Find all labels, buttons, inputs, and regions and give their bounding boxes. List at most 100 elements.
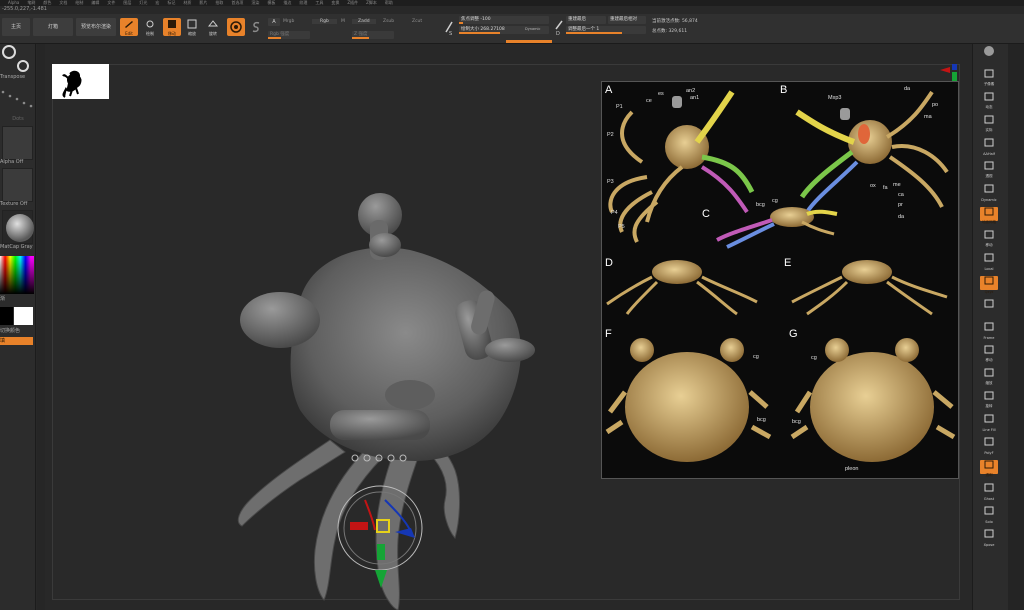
view-button-0[interactable] [980,46,998,60]
move-button[interactable]: 移动 [163,18,181,36]
restore-relative-label: 重建最后相对 [610,17,637,22]
switch-color-label[interactable]: 切换颜色 [0,327,36,334]
restore-button[interactable]: 重建最后 [566,16,606,24]
zsub-button[interactable]: Zsub [383,19,394,24]
view-button-13[interactable]: 移动 [980,345,998,362]
dynamic-floor-icon [984,184,994,193]
view-button-19[interactable]: Ghost [980,483,998,501]
material-button[interactable] [248,18,264,36]
menu-item[interactable]: Alpha [8,0,19,5]
menu-item[interactable]: 颜色 [43,0,51,5]
view-button-6[interactable]: Dynamic [980,184,998,202]
menu-item[interactable]: 绘制 [75,0,83,5]
panel-c-art [716,207,838,249]
edit-button[interactable]: Edit [120,18,138,36]
primary-color-swatch[interactable] [14,307,33,325]
menu-item[interactable]: 帮助 [385,0,393,5]
focal-shift-slider[interactable]: 焦点调整 -100 [459,16,549,24]
move2-icon [984,345,994,354]
view-button-12[interactable]: Frame [980,322,998,340]
view-button-4[interactable]: AAHalf [980,138,998,156]
panel-label-c: C [702,208,710,220]
navigator-thumbnail[interactable] [52,64,109,99]
alpha-thumbnail[interactable] [2,126,33,160]
menu-item[interactable]: 图层 [123,0,131,5]
zcut-button[interactable]: Zcut [412,19,422,24]
color-picker[interactable] [0,256,34,294]
menu-item[interactable]: 模板 [267,0,275,5]
z-intensity-slider[interactable]: Z 强度 [352,31,394,39]
menu-item[interactable]: 文档 [59,0,67,5]
view-button-2[interactable]: 动态 [980,92,998,109]
menu-item[interactable]: 影片 [199,0,207,5]
menu-item[interactable]: 纹理 [299,0,307,5]
menu-item[interactable]: 渲染 [251,0,259,5]
m-button[interactable]: M [341,19,345,24]
view-button-17[interactable]: PolyF [980,437,998,455]
coordinates-readout: -255.0,227,-1.481 [2,6,47,12]
menu-item[interactable]: 变换 [331,0,339,5]
view-button-7[interactable]: 地面网格 [980,207,998,224]
menu-item[interactable]: 笔刷 [27,0,35,5]
menu-item[interactable]: 宏 [155,0,159,5]
annotation-c-bcg: bcg [756,202,765,208]
matcap-thumbnail[interactable] [2,210,34,244]
rotate-label: 旋转 [209,31,217,36]
rgb-button[interactable]: Rgb [312,19,337,24]
axis-indicator-icon[interactable] [938,62,958,82]
zadd-button[interactable]: Zadd [352,19,376,24]
polyf-icon [984,437,994,446]
view-button-14[interactable]: 缩放 [980,368,998,385]
menu-item[interactable]: 拾取 [215,0,223,5]
fill-button[interactable]: 填 [0,337,33,345]
lightbox-tab[interactable]: 灯箱 [33,18,73,36]
scale-button[interactable]: 缩放 [184,18,200,36]
menu-item[interactable]: 首选项 [231,0,243,5]
annotation-b-mxp3: Mxp3 [828,95,842,101]
view-button-label: 透视 [985,174,993,178]
menu-item[interactable]: Z脚本 [366,0,377,5]
menu-item[interactable]: 文件 [107,0,115,5]
dynamic-button[interactable]: Dynamic [525,27,540,31]
transpose-brush-icon[interactable] [1,44,31,74]
gizmo-icon [230,21,242,33]
adjust-last-slider[interactable]: 调整最后一个 1 [566,26,646,34]
menu-item[interactable]: 灯光 [139,0,147,5]
menu-item[interactable]: 标记 [167,0,175,5]
view-button-3[interactable]: 实际 [980,115,998,132]
view-button-11[interactable] [980,299,998,313]
dots-stroke-icon[interactable] [0,86,34,116]
view-button-21[interactable]: Xpose [980,529,998,547]
view-button-1[interactable]: 子像素 [980,69,998,86]
view-button-10[interactable]: Qxyz [980,276,998,294]
preview-render-button[interactable]: 预览布尔渲染 [76,18,116,36]
menu-item[interactable]: 编辑 [91,0,99,5]
rotate-button[interactable]: 旋转 [205,18,221,36]
texture-thumbnail[interactable] [2,168,33,202]
draw-button[interactable]: 绘制 [142,18,158,36]
view-button-9[interactable]: Local [980,253,998,271]
menu-item[interactable]: Z插件 [347,0,358,5]
panel-e-art [791,260,948,316]
reference-image[interactable]: A B C D E F G es an2 an1 ce P1 P2 P3 P4 … [601,81,959,479]
view-button-18[interactable]: 透明 [980,460,998,477]
view-button-label: 旋转 [985,404,993,408]
view-button-16[interactable]: Line Fill [980,414,998,432]
gizmo-toggle-button[interactable] [227,18,245,36]
menu-item[interactable]: 材质 [183,0,191,5]
view-button-15[interactable]: 旋转 [980,391,998,408]
view-button-8[interactable]: 移动 [980,230,998,247]
view-button-20[interactable]: Solo [980,506,998,524]
restore-relative-button[interactable]: 重建最后相对 [608,16,646,24]
menu-item[interactable]: 描边 [283,0,291,5]
transpose-gizmo[interactable] [325,440,435,600]
alpha-label: Alpha Off [0,159,24,165]
a-mode-button[interactable]: A [268,18,280,26]
view-button-5[interactable]: 透视 [980,161,998,178]
annotation-a-es: es [658,91,664,97]
mrgb-label[interactable]: Mrgb [283,19,294,24]
rgb-intensity-slider[interactable]: Rgb 强度 [268,31,310,39]
menu-item[interactable]: 工具 [315,0,323,5]
home-tab[interactable]: 主页 [2,18,30,36]
secondary-color-swatch[interactable] [0,307,13,325]
